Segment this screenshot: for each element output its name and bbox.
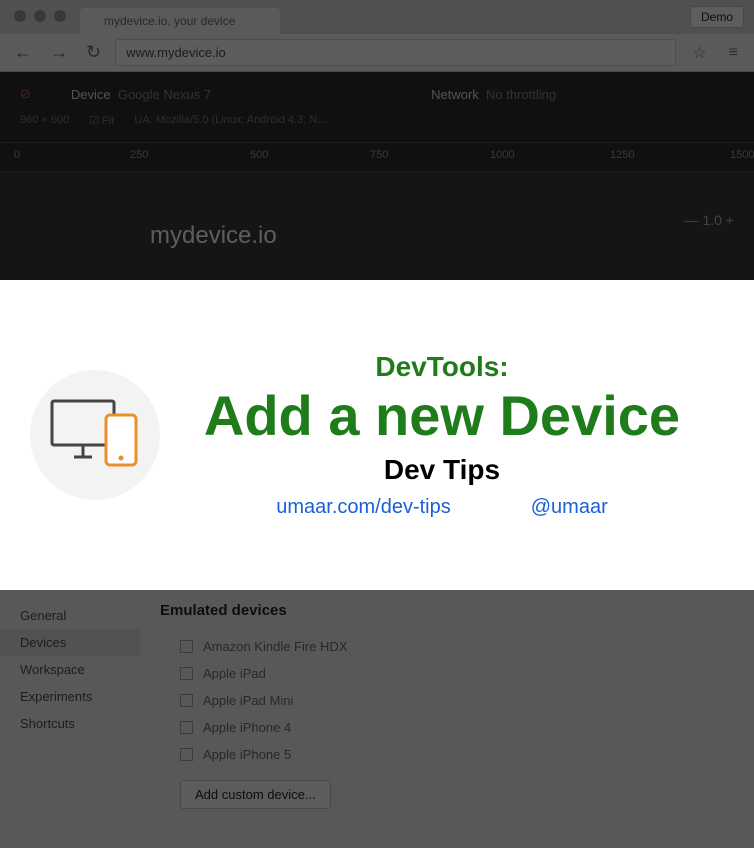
device-list-item[interactable]: Amazon Kindle Fire HDX <box>160 633 734 660</box>
device-select[interactable]: Google Nexus 7 <box>118 87 211 102</box>
ruler-mark: 1250 <box>610 149 634 161</box>
ruler-mark: 0 <box>14 149 20 161</box>
back-icon[interactable]: ← <box>10 42 36 63</box>
title-card: DevTools: Add a new Device Dev Tips umaa… <box>0 280 754 590</box>
card-eyebrow: DevTools: <box>180 351 704 383</box>
bookmark-icon[interactable]: ☆ <box>686 43 712 63</box>
ruler-mark: 1000 <box>490 149 514 161</box>
ruler-mark: 250 <box>130 149 148 161</box>
device-list-item[interactable]: Apple iPhone 4 <box>160 714 734 741</box>
noentry-icon[interactable]: ⊘ <box>20 86 31 102</box>
add-custom-device-button[interactable]: Add custom device... <box>180 780 331 809</box>
devices-icon <box>30 370 160 500</box>
menu-icon[interactable]: ≡ <box>723 44 744 62</box>
dimensions: 960 × 600 <box>20 114 69 126</box>
ua-value: Mozilla/5.0 (Linux; Android 4.3; N... <box>156 114 327 126</box>
device-label: Device <box>71 87 111 102</box>
device-list-item[interactable]: Apple iPad <box>160 660 734 687</box>
sidebar-item-workspace[interactable]: Workspace <box>0 656 140 683</box>
ua-label: UA: <box>134 114 152 126</box>
ruler-mark: 500 <box>250 149 268 161</box>
checkbox-icon[interactable] <box>180 640 193 653</box>
demo-button[interactable]: Demo <box>690 6 744 28</box>
checkbox-icon[interactable] <box>180 694 193 707</box>
sidebar-item-general[interactable]: General <box>0 602 140 629</box>
network-select[interactable]: No throttling <box>486 87 556 102</box>
checkbox-icon[interactable] <box>180 748 193 761</box>
devtools-settings-panel: General Devices Workspace Experiments Sh… <box>0 590 754 848</box>
ruler: 0 250 500 750 1000 1250 1500 <box>0 142 754 172</box>
browser-chrome: mydevice.io, your device Demo ← → ↻ www.… <box>0 0 754 72</box>
zoom-control[interactable]: — 1.0 + <box>685 212 734 228</box>
settings-sidebar: General Devices Workspace Experiments Sh… <box>0 590 140 848</box>
tab-title: mydevice.io, your device <box>104 14 235 28</box>
fit-checkbox-label[interactable]: Fit <box>102 115 114 127</box>
url-input[interactable]: www.mydevice.io <box>115 39 676 66</box>
ruler-mark: 750 <box>370 149 388 161</box>
reload-icon[interactable]: ↻ <box>82 42 105 63</box>
checkbox-icon[interactable] <box>180 667 193 680</box>
ruler-mark: 1500 <box>730 149 754 161</box>
sidebar-item-shortcuts[interactable]: Shortcuts <box>0 710 140 737</box>
browser-tab[interactable]: mydevice.io, your device <box>80 8 280 34</box>
device-list-item[interactable]: Apple iPad Mini <box>160 687 734 714</box>
emulated-devices-heading: Emulated devices <box>160 602 734 619</box>
device-viewport: mydevice.io — 1.0 + <box>0 172 754 282</box>
forward-icon[interactable]: → <box>46 42 72 63</box>
card-link-site[interactable]: umaar.com/dev-tips <box>276 496 451 519</box>
network-label: Network <box>431 87 479 102</box>
sidebar-item-experiments[interactable]: Experiments <box>0 683 140 710</box>
card-link-handle[interactable]: @umaar <box>531 496 608 519</box>
card-title: Add a new Device <box>180 387 704 446</box>
card-subtitle: Dev Tips <box>180 454 704 486</box>
devtools-device-toolbar: ⊘ Device Google Nexus 7 Network No throt… <box>0 72 754 142</box>
window-controls[interactable] <box>14 10 66 22</box>
sidebar-item-devices[interactable]: Devices <box>0 629 140 656</box>
device-list-item[interactable]: Apple iPhone 5 <box>160 741 734 768</box>
site-logo-text: mydevice.io <box>150 222 277 250</box>
checkbox-icon[interactable] <box>180 721 193 734</box>
